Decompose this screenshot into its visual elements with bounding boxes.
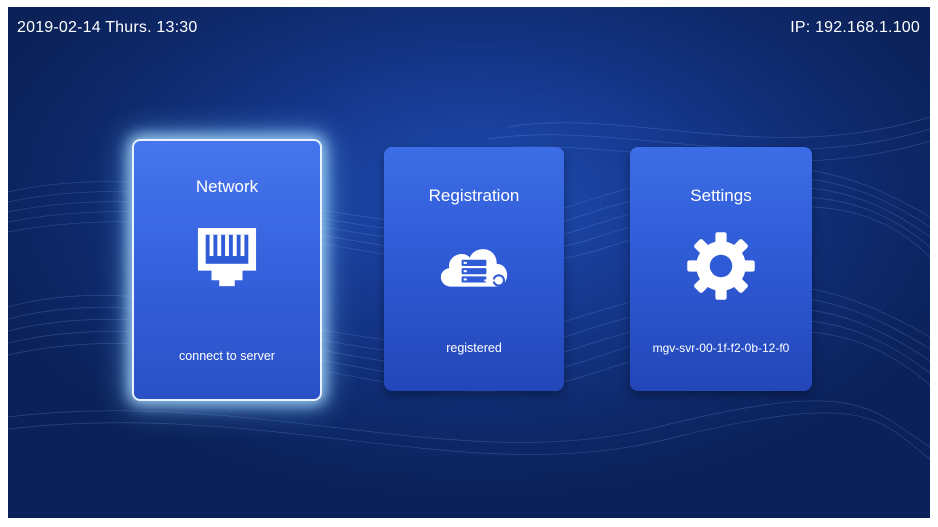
settings-card[interactable]: Settings mgv-svr-00-1f-f2-0b-12-f0 — [630, 147, 812, 391]
settings-card-device-id: mgv-svr-00-1f-f2-0b-12-f0 — [652, 341, 790, 355]
cloud-server-key-icon — [440, 249, 508, 287]
ip-address-text: IP: 192.168.1.100 — [790, 19, 920, 36]
network-card[interactable]: Network connect to server — [132, 139, 322, 401]
gear-icon — [687, 232, 755, 300]
home-screen: 2019-02-14 Thurs. 13:30 IP: 192.168.1.10… — [8, 7, 930, 518]
status-bar: 2019-02-14 Thurs. 13:30 IP: 192.168.1.10… — [8, 7, 930, 47]
registration-card-status: registered — [446, 341, 502, 355]
settings-card-title: Settings — [690, 186, 752, 205]
network-card-status: connect to server — [179, 349, 275, 363]
registration-card[interactable]: Registration registered — [384, 147, 564, 391]
ethernet-port-icon — [197, 227, 257, 287]
datetime-text: 2019-02-14 Thurs. 13:30 — [17, 19, 198, 36]
registration-card-title: Registration — [428, 186, 520, 205]
network-card-title: Network — [195, 177, 259, 196]
